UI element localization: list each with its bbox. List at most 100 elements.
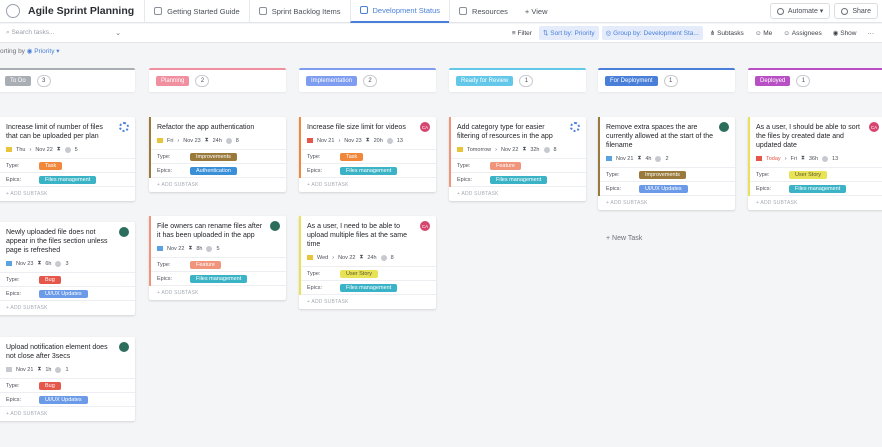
assignees-button[interactable]: ☺ Assignees xyxy=(779,26,825,40)
task-card[interactable]: Increase limit of number of files that c… xyxy=(0,117,135,201)
column-ready-for-review: Ready for Review 1 xyxy=(449,68,586,92)
task-card[interactable]: Add category type for easier filtering o… xyxy=(449,117,586,201)
type-pill[interactable]: Feature xyxy=(490,161,521,170)
column-header: To Do 3 xyxy=(0,68,135,92)
new-task-button[interactable]: + New Task xyxy=(606,235,642,242)
column-todo: To Do 3 xyxy=(0,68,135,92)
me-button[interactable]: ☺ Me xyxy=(751,26,776,40)
add-view-button[interactable]: + View xyxy=(525,7,548,16)
type-pill[interactable]: Bug xyxy=(39,275,61,284)
type-pill[interactable]: Bug xyxy=(39,381,61,390)
priority-flag-icon[interactable] xyxy=(6,367,12,372)
epic-pill[interactable]: Files management xyxy=(190,274,248,283)
add-subtask-button[interactable]: + ADD SUBTASK xyxy=(6,301,128,315)
count-badge: 1 xyxy=(796,75,811,87)
task-card[interactable]: File owners can rename files after it ha… xyxy=(149,216,286,300)
priority-flag-icon[interactable] xyxy=(307,255,313,260)
type-pill[interactable]: Feature xyxy=(190,260,221,269)
points-icon xyxy=(206,245,213,252)
task-points: 13 xyxy=(396,137,403,144)
priority-dropdown[interactable]: ◉ Priority ▾ xyxy=(27,48,60,55)
type-pill[interactable]: Improvements xyxy=(190,152,237,161)
add-subtask-button[interactable]: + ADD SUBTASK xyxy=(157,178,279,192)
priority-flag-icon[interactable] xyxy=(307,138,313,143)
status-chip[interactable]: Deployed xyxy=(755,76,791,86)
type-pill[interactable]: User Story xyxy=(340,269,378,278)
search-input[interactable]: ⌕ Search tasks... ⌄ xyxy=(6,29,121,37)
add-subtask-button[interactable]: + ADD SUBTASK xyxy=(307,178,429,192)
sort-icon: ⇅ xyxy=(542,30,549,37)
avatar[interactable] xyxy=(119,342,129,352)
column-header: Planning 2 xyxy=(149,68,286,92)
tab-sprint-backlog[interactable]: Sprint Backlog Items xyxy=(248,0,350,23)
priority-flag-icon[interactable] xyxy=(6,261,12,266)
doc-icon xyxy=(154,7,163,15)
epic-pill[interactable]: UI/UX Updates xyxy=(639,184,688,193)
priority-flag-icon[interactable] xyxy=(157,246,163,251)
gear-icon[interactable] xyxy=(119,122,129,132)
priority-flag-icon[interactable] xyxy=(157,138,163,143)
tab-getting-started[interactable]: Getting Started Guide xyxy=(144,0,249,23)
sort-button[interactable]: ⇅ Sort by: Priority xyxy=(538,26,599,40)
task-date: Nov 22 xyxy=(167,245,185,252)
tab-label: Getting Started Guide xyxy=(167,6,240,16)
task-card[interactable]: Upload notification element does not clo… xyxy=(0,337,135,421)
type-pill[interactable]: User Story xyxy=(789,170,827,179)
add-subtask-button[interactable]: + ADD SUBTASK xyxy=(457,187,579,201)
automate-button[interactable]: Automate ▾ xyxy=(769,3,831,19)
epic-pill[interactable]: Files management xyxy=(789,184,847,193)
status-chip[interactable]: Planning xyxy=(156,76,190,86)
task-card[interactable]: Remove extra spaces the are currently al… xyxy=(598,117,735,210)
type-pill[interactable]: Task xyxy=(340,152,364,161)
subtasks-button[interactable]: ⋔ Subtasks xyxy=(706,26,748,40)
priority-flag-icon[interactable] xyxy=(6,147,12,152)
epic-pill[interactable]: Files management xyxy=(340,166,398,175)
epic-pill[interactable]: Authentication xyxy=(190,166,237,175)
avatar[interactable] xyxy=(119,227,129,237)
add-subtask-button[interactable]: + ADD SUBTASK xyxy=(157,286,279,300)
avatar[interactable] xyxy=(270,221,280,231)
type-pill[interactable]: Task xyxy=(39,161,63,170)
task-card[interactable]: As a user, I should be able to sort the … xyxy=(748,117,882,210)
hourglass-icon: ⧗ xyxy=(522,146,527,152)
avatar[interactable]: CA xyxy=(420,221,430,231)
user-icon: ☺ xyxy=(754,29,762,37)
status-chip[interactable]: Implementation xyxy=(306,76,358,86)
show-button[interactable]: ◉ Show xyxy=(829,26,861,40)
hourglass-icon: ⧗ xyxy=(800,155,805,161)
tab-resources[interactable]: Resources xyxy=(449,0,517,23)
more-button[interactable]: ··· xyxy=(864,26,879,40)
avatar[interactable]: CA xyxy=(869,122,879,132)
search-placeholder: Search tasks... xyxy=(11,29,55,36)
epic-pill[interactable]: Files management xyxy=(39,175,97,184)
add-subtask-button[interactable]: + ADD SUBTASK xyxy=(307,295,429,309)
filter-button[interactable]: ≡ Filter xyxy=(508,26,536,40)
task-card[interactable]: Newly uploaded file does not appear in t… xyxy=(0,222,135,315)
status-chip[interactable]: Ready for Review xyxy=(456,76,514,86)
add-subtask-button[interactable]: + ADD SUBTASK xyxy=(756,196,878,210)
tab-development-status[interactable]: Development Status xyxy=(349,0,450,23)
add-subtask-button[interactable]: + ADD SUBTASK xyxy=(6,407,128,421)
type-pill[interactable]: Improvements xyxy=(639,170,686,179)
task-card[interactable]: As a user, I need to be able to upload m… xyxy=(299,216,436,309)
avatar[interactable]: CA xyxy=(420,122,430,132)
priority-flag-icon[interactable] xyxy=(606,156,612,161)
priority-flag-icon[interactable] xyxy=(457,147,463,152)
group-button[interactable]: ◎ Group by: Development Sta... xyxy=(601,26,703,40)
epic-pill[interactable]: Files management xyxy=(490,175,548,184)
add-subtask-button[interactable]: + ADD SUBTASK xyxy=(606,196,728,210)
priority-flag-icon[interactable] xyxy=(756,156,762,161)
add-subtask-button[interactable]: + ADD SUBTASK xyxy=(6,187,128,201)
gear-icon[interactable] xyxy=(570,122,580,132)
task-card[interactable]: Increase file size limit for videos CA N… xyxy=(299,117,436,192)
epic-pill[interactable]: UI/UX Updates xyxy=(39,289,88,298)
task-card[interactable]: Refactor the app authentication Fri › Nov … xyxy=(149,117,286,192)
task-title: As a user, I should be able to sort the … xyxy=(756,124,860,149)
status-chip[interactable]: For Deployment xyxy=(605,76,658,86)
share-button[interactable]: Share xyxy=(834,3,878,19)
epic-pill[interactable]: UI/UX Updates xyxy=(39,395,88,404)
epic-pill[interactable]: Files management xyxy=(340,283,398,292)
filter-label: Filter xyxy=(517,29,532,37)
avatar[interactable] xyxy=(719,122,729,132)
status-chip[interactable]: To Do xyxy=(5,76,31,86)
